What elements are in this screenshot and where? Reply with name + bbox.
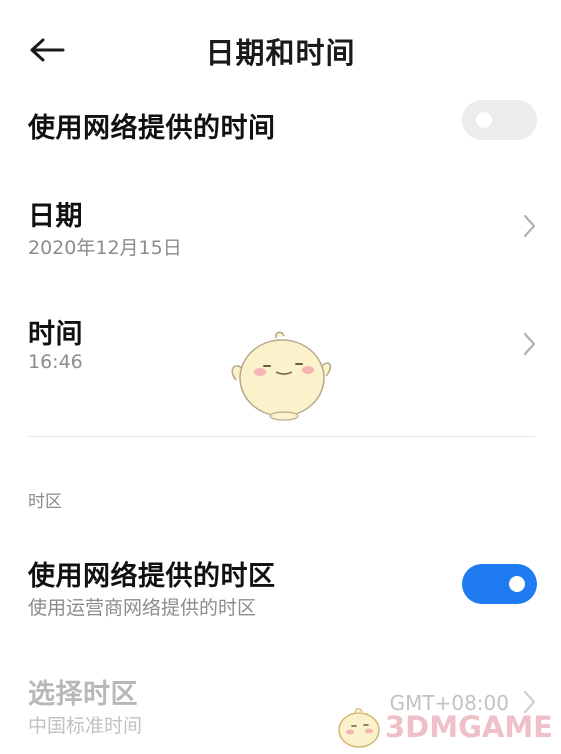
network-time-row[interactable]: 使用网络提供的时间 — [0, 92, 561, 156]
toggle-knob — [476, 112, 492, 128]
date-time-settings-screen: 日期和时间 使用网络提供的时间 日期 2020年12月15日 时间 16:46 — [0, 0, 561, 754]
network-timezone-toggle[interactable] — [462, 564, 537, 604]
time-value: 16:46 — [28, 351, 83, 373]
page-title: 日期和时间 — [205, 36, 356, 70]
section-divider — [28, 436, 535, 437]
select-timezone-sub: 中国标准时间 — [28, 715, 143, 737]
watermark: 3DMGAME — [333, 704, 553, 750]
network-timezone-label: 使用网络提供的时区 — [28, 561, 276, 592]
date-value: 2020年12月15日 — [28, 237, 182, 259]
date-row[interactable]: 日期 2020年12月15日 — [0, 188, 561, 268]
watermark-text: 3DMGAME — [384, 710, 553, 744]
time-label: 时间 — [28, 319, 83, 350]
network-time-toggle[interactable] — [462, 100, 537, 140]
select-timezone-label: 选择时区 — [28, 679, 138, 710]
date-label: 日期 — [28, 201, 83, 232]
chevron-right-icon — [523, 332, 536, 356]
timezone-section-header: 时区 — [28, 492, 62, 512]
toggle-knob — [509, 576, 525, 592]
mascot-sticker-image — [231, 331, 332, 421]
watermark-mascot-logo — [338, 708, 380, 748]
network-timezone-row[interactable]: 使用网络提供的时区 使用运营商网络提供的时区 — [0, 548, 561, 628]
chevron-right-icon — [523, 214, 536, 238]
network-timezone-sub: 使用运营商网络提供的时区 — [28, 597, 257, 619]
network-time-label: 使用网络提供的时间 — [28, 113, 276, 144]
